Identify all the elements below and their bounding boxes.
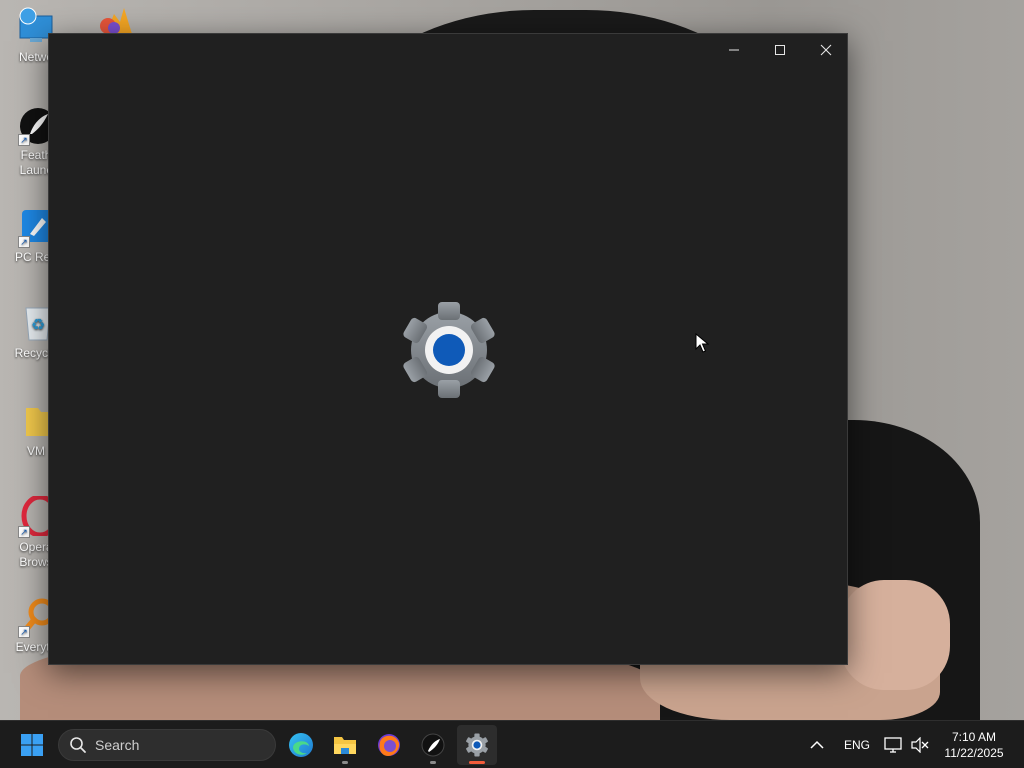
clock-date: 11/22/2025 bbox=[944, 746, 1004, 760]
windows-logo-icon bbox=[21, 734, 43, 756]
taskbar: Search ENG 7:10 AM 11/22/2025 bbox=[0, 720, 1024, 768]
settings-gear-icon bbox=[466, 733, 488, 757]
minimize-button[interactable] bbox=[711, 34, 757, 66]
taskbar-app-file-explorer[interactable] bbox=[325, 725, 365, 765]
chevron-up-icon bbox=[810, 740, 824, 749]
volume-button[interactable] bbox=[906, 725, 934, 765]
taskbar-app-edge[interactable] bbox=[281, 725, 321, 765]
system-clock[interactable]: 7:10 AM 11/22/2025 bbox=[936, 729, 1012, 761]
volume-muted-icon bbox=[911, 737, 929, 753]
network-monitor-icon bbox=[884, 737, 902, 753]
close-button[interactable] bbox=[803, 34, 849, 66]
taskbar-app-firefox[interactable] bbox=[369, 725, 409, 765]
running-indicator bbox=[342, 761, 348, 764]
show-hidden-icons-button[interactable] bbox=[800, 725, 834, 765]
edge-icon bbox=[289, 733, 313, 757]
maximize-icon bbox=[775, 45, 785, 55]
settings-window[interactable] bbox=[48, 33, 848, 665]
search-icon bbox=[70, 737, 86, 753]
shortcut-arrow-icon: ↗ bbox=[18, 626, 30, 638]
taskbar-app-settings[interactable] bbox=[457, 725, 497, 765]
shortcut-arrow-icon: ↗ bbox=[18, 134, 30, 146]
svg-text:♻: ♻ bbox=[31, 315, 45, 334]
feather-launcher-icon bbox=[421, 733, 445, 757]
taskbar-search-box[interactable]: Search bbox=[58, 729, 276, 761]
firefox-icon bbox=[378, 734, 400, 756]
maximize-button[interactable] bbox=[757, 34, 803, 66]
wallpaper-figure-hand bbox=[840, 580, 950, 690]
language-indicator[interactable]: ENG bbox=[844, 738, 870, 752]
network-status-button[interactable] bbox=[878, 725, 908, 765]
start-button[interactable] bbox=[12, 725, 52, 765]
mouse-cursor-icon bbox=[695, 332, 710, 353]
shortcut-arrow-icon: ↗ bbox=[18, 526, 30, 538]
desktop-icon-partial[interactable] bbox=[92, 4, 140, 34]
window-titlebar[interactable] bbox=[49, 34, 847, 66]
settings-gear-icon bbox=[399, 302, 499, 398]
close-icon bbox=[820, 44, 832, 56]
clock-time: 7:10 AM bbox=[951, 730, 997, 744]
file-explorer-icon bbox=[334, 737, 356, 754]
search-label: Search bbox=[95, 737, 140, 753]
active-app-indicator bbox=[469, 761, 485, 764]
running-indicator bbox=[430, 761, 436, 764]
taskbar-app-feather-launcher[interactable] bbox=[413, 725, 453, 765]
shortcut-arrow-icon: ↗ bbox=[18, 236, 30, 248]
minimize-icon bbox=[729, 49, 739, 51]
